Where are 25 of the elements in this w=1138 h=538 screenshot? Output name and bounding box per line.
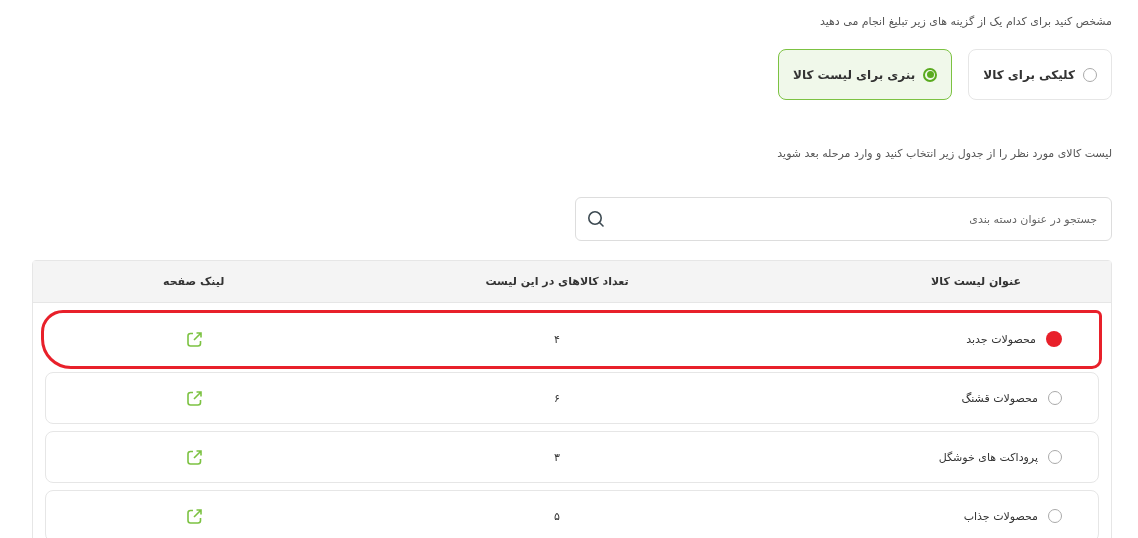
item-count: ۶: [554, 391, 560, 405]
list-row[interactable]: محصولات قشنگ ۶: [45, 372, 1099, 424]
prompt-text: مشخص کنید برای کدام یک از گزینه های زیر تبلیغ انجام می دهید: [819, 15, 1112, 28]
list-title: محصولات قشنگ: [961, 391, 1038, 405]
search-icon: [587, 210, 605, 228]
search-field[interactable]: جستجو در عنوان دسته بندی: [575, 197, 1112, 241]
item-count: ۳: [554, 450, 560, 464]
list-row[interactable]: پروداکت های خوشگل ۳: [45, 431, 1099, 483]
ad-type-option[interactable]: کلیکی برای کالا: [968, 49, 1112, 100]
column-header: لینک صفحه: [163, 275, 225, 288]
item-count: ۵: [554, 509, 560, 523]
column-header: عنوان لیست کالا: [931, 275, 1021, 288]
external-link-icon[interactable]: [186, 330, 203, 348]
external-link-icon[interactable]: [186, 389, 203, 407]
external-link-icon[interactable]: [186, 507, 203, 525]
list-title: محصولات جدبد: [966, 332, 1036, 346]
list-title: پروداکت های خوشگل: [938, 450, 1038, 464]
radio-icon: [923, 67, 938, 82]
list-title: محصولات جذاب: [963, 509, 1038, 523]
instruction-text: لیست کالای مورد نظر را از جدول زیر انتخاب کنید و وارد مرحله بعد شوید: [777, 147, 1112, 160]
external-link-icon[interactable]: [186, 448, 203, 466]
column-header: تعداد کالاهای در این لیست: [485, 275, 629, 288]
item-count: ۴: [554, 332, 560, 346]
list-row[interactable]: محصولات جذاب ۵: [45, 490, 1099, 538]
ad-type-option[interactable]: بنری برای لیست کالا: [778, 49, 953, 100]
